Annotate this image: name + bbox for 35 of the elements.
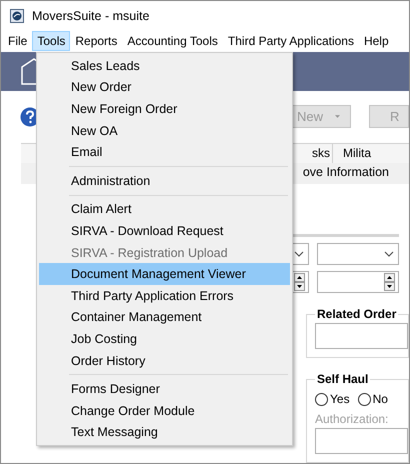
group-title: Self Haul <box>316 372 370 386</box>
menu-item[interactable]: Help <box>358 30 394 51</box>
menu-item[interactable]: Forms Designer <box>39 378 290 400</box>
menu-item[interactable]: Administration <box>39 170 290 192</box>
field-label: Authorization: <box>315 412 388 426</box>
section-label: ove Information <box>302 164 389 181</box>
app-icon <box>10 8 24 23</box>
tab[interactable]: sks <box>312 144 332 163</box>
menu-item[interactable]: File <box>3 30 32 51</box>
menu-item[interactable]: Email <box>39 141 290 163</box>
menu-item[interactable]: Third Party Applications <box>222 30 359 51</box>
chevron-icon <box>384 251 394 257</box>
input-field[interactable] <box>315 428 408 454</box>
menu-item[interactable]: Change Order Module <box>39 400 290 422</box>
chevron-icon <box>294 251 304 257</box>
menu-item[interactable]: Claim Alert <box>39 198 290 220</box>
menu-item[interactable]: New Order <box>39 76 290 98</box>
spin-field[interactable] <box>317 271 399 293</box>
caret-icon <box>335 114 340 120</box>
menu-item[interactable]: Reports <box>70 30 122 51</box>
menu-item[interactable]: Accounting Tools <box>122 30 223 51</box>
menu-item[interactable]: SIRVA - Download Request <box>39 220 290 242</box>
menu-item[interactable]: Tools <box>32 30 70 51</box>
radio-button[interactable]: Yes <box>315 392 350 406</box>
menu-item[interactable]: Container Management <box>39 306 290 328</box>
spin-arrows-icon <box>384 273 395 291</box>
menu-item[interactable]: Text Messaging <box>39 422 290 444</box>
menu-item[interactable]: Document Management Viewer <box>39 263 290 285</box>
menu-item[interactable]: Third Party Application Errors <box>39 284 290 307</box>
menu-item[interactable]: Order History <box>39 350 290 372</box>
group-title: Related Order <box>316 307 398 321</box>
menu-item[interactable]: Job Costing <box>39 328 290 350</box>
radio-button[interactable]: No <box>358 392 388 406</box>
input-field[interactable] <box>315 323 408 349</box>
window-title: MoversSuite - msuite <box>32 8 150 23</box>
